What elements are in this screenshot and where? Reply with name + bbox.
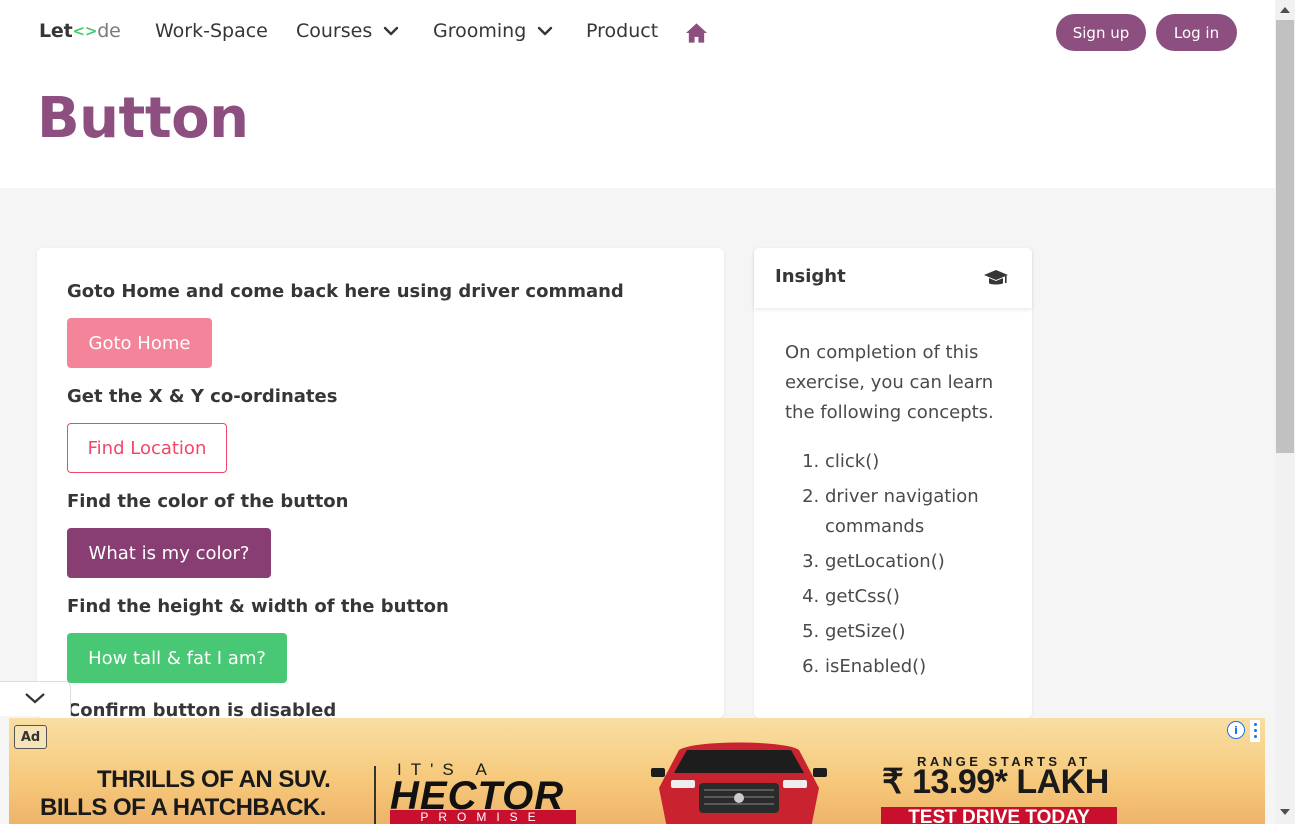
find-location-label: Get the X & Y co-ordinates <box>67 386 338 407</box>
log-in-button[interactable]: Log in <box>1156 14 1237 51</box>
scroll-down-arrow-icon[interactable] <box>1280 809 1290 815</box>
nav-product[interactable]: Product <box>586 20 658 42</box>
ad-price: ₹ 13.99* LAKH <box>882 763 1109 801</box>
car-image <box>651 742 827 824</box>
top-navbar: Let<>de Work-Space Courses Grooming Prod… <box>0 0 1275 66</box>
tasks-card: Goto Home and come back here using drive… <box>37 248 724 721</box>
ad-headline-2: BILLS OF A HATCHBACK. <box>40 794 326 821</box>
ad-divider <box>374 766 376 824</box>
insight-header: Insight <box>754 248 1032 308</box>
list-item: getLocation() <box>825 547 1055 577</box>
letcode-logo[interactable]: Let<>de <box>39 20 121 42</box>
more-vert-icon[interactable] <box>1250 720 1260 742</box>
goto-home-label: Goto Home and come back here using drive… <box>67 281 624 302</box>
nav-grooming[interactable]: Grooming <box>433 20 554 42</box>
nav-workspace-label: Work-Space <box>155 20 268 42</box>
concepts-list: click() driver navigation commands getLo… <box>785 447 1055 687</box>
info-icon[interactable]: i <box>1227 721 1245 739</box>
list-item: getCss() <box>825 582 1055 612</box>
list-item: getSize() <box>825 617 1055 647</box>
logo-suffix: de <box>97 20 121 42</box>
scroll-up-arrow-icon[interactable] <box>1280 7 1290 13</box>
nav-grooming-label: Grooming <box>433 20 527 42</box>
chevron-down-icon <box>384 26 399 36</box>
nav-product-label: Product <box>586 20 659 42</box>
how-tall-fat-button[interactable]: How tall & fat I am? <box>67 633 287 683</box>
insight-title: Insight <box>775 266 846 287</box>
test-drive-button[interactable]: TEST DRIVE TODAY <box>881 807 1117 824</box>
home-icon[interactable] <box>685 22 708 44</box>
goto-home-button[interactable]: Goto Home <box>67 318 212 368</box>
scrollbar-thumb[interactable] <box>1276 20 1294 453</box>
ad-collapse-button[interactable] <box>0 681 71 716</box>
logo-bracket: <> <box>72 22 98 40</box>
ad-badge: Ad <box>14 725 47 749</box>
ad-promise: PROMISE <box>390 810 576 824</box>
page-title: Button <box>37 86 249 151</box>
list-item: driver navigation commands <box>825 482 1055 542</box>
nav-workspace[interactable]: Work-Space <box>155 20 268 42</box>
chevron-down-icon <box>538 26 553 36</box>
ad-headline-1: THRILLS OF AN SUV. <box>97 766 331 793</box>
list-item: isEnabled() <box>825 652 1055 682</box>
find-location-button[interactable]: Find Location <box>67 423 227 473</box>
nav-courses[interactable]: Courses <box>296 20 400 42</box>
nav-courses-label: Courses <box>296 20 373 42</box>
chevron-down-icon <box>25 693 45 704</box>
size-label: Find the height & width of the button <box>67 596 449 617</box>
graduation-cap-icon <box>984 270 1008 285</box>
ad-banner[interactable]: Ad i THRILLS OF AN SUV. BILLS OF A HATCH… <box>9 718 1265 824</box>
insight-card: Insight On completion of this exercise, … <box>754 248 1032 718</box>
color-label: Find the color of the button <box>67 491 349 512</box>
list-item: click() <box>825 447 1055 477</box>
sign-up-button[interactable]: Sign up <box>1056 14 1146 51</box>
insight-description: On completion of this exercise, you can … <box>785 342 994 423</box>
logo-prefix: Let <box>39 20 73 42</box>
hero-section: Button <box>0 66 1275 188</box>
what-is-my-color-button[interactable]: What is my color? <box>67 528 271 578</box>
